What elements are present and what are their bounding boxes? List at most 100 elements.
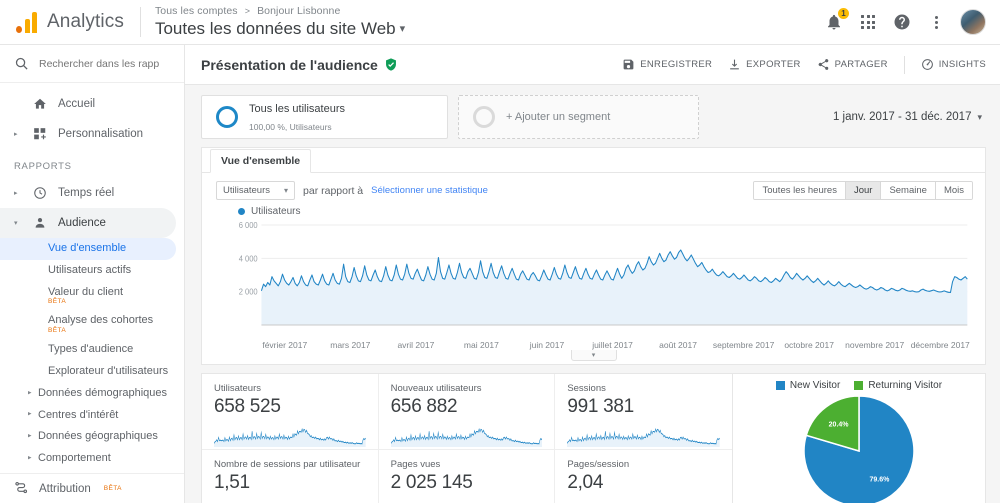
person-icon [32,216,48,230]
more-options-icon[interactable] [926,12,946,32]
help-icon[interactable] [892,12,912,32]
pie-legend-label: New Visitor [790,380,840,391]
sidebar-subitem-6[interactable]: ▸ Données démographiques [0,383,184,405]
metric-sparkline [214,423,366,447]
svg-text:79.6%: 79.6% [869,476,890,483]
property-name[interactable]: Toutes les données du site Web ▾ [155,19,405,39]
analytics-bars-icon [16,11,37,33]
add-segment-button[interactable]: + Ajouter un segment [458,95,699,139]
segment-bar: Tous les utilisateurs 100,00 %, Utilisat… [185,85,1000,145]
avatar[interactable] [960,9,986,35]
sidebar-subitem-label: Données démographiques [38,387,167,401]
top-bar-actions: 1 [824,9,990,35]
analytics-app: Analytics Tous les comptes > Bonjour Lis… [0,0,1000,503]
svg-text:6 000: 6 000 [239,221,259,230]
brand-label: Analytics [47,11,124,33]
notifications-bell-icon[interactable]: 1 [824,12,844,32]
sidebar-subitem-9[interactable]: ▸Comportement [0,448,184,470]
chevron-right-icon: ▸ [28,389,32,398]
sidebar-subitem-5[interactable]: Explorateur d'utilisateurs [0,361,184,383]
breadcrumb-account[interactable]: Tous les comptes [155,5,238,17]
insights-button-label: INSIGHTS [939,59,986,70]
tab-overview[interactable]: Vue d'ensemble [210,149,311,173]
sidebar-item-home[interactable]: Accueil [0,89,184,119]
chevron-down-icon: ▾ [977,112,982,123]
notification-badge: 1 [837,7,850,20]
overview-chart-card: Vue d'ensemble Utilisateurs ▾ par rappor… [201,147,986,365]
chevron-down-icon: ▾ [400,23,406,35]
sidebar-item-customization[interactable]: ▸ Personnalisation [0,119,184,149]
compare-text: par rapport à [303,185,363,197]
sidebar-subitem-1[interactable]: Utilisateurs actifs [0,260,184,282]
granularity-option-3[interactable]: Mois [936,182,972,199]
granularity-option-0[interactable]: Toutes les heures [754,182,845,199]
sidebar-subitem-8[interactable]: ▸Données géographiques [0,426,184,448]
svg-text:20.4%: 20.4% [829,422,850,429]
x-tick-6: août 2017 [645,340,711,350]
x-tick-4: juin 2017 [514,340,580,350]
sidebar-item-realtime-label: Temps réel [58,187,114,199]
export-button[interactable]: EXPORTER [728,58,801,71]
clock-icon [32,186,48,200]
sidebar-subitem-4[interactable]: Types d'audience [0,339,184,361]
header-divider [140,7,141,37]
sidebar-search[interactable] [0,45,184,83]
sidebar-subnav: Vue d'ensemble Utilisateurs actifsValeur … [0,238,184,470]
insights-button[interactable]: INSIGHTS [921,58,986,71]
select-metric-link[interactable]: Sélectionner une statistique [371,185,488,196]
sidebar-item-audience[interactable]: ▾ Audience [0,208,176,238]
metric-value: 1,51 [214,472,366,494]
save-button-label: ENREGISTRER [640,59,712,70]
property-selector[interactable]: Tous les comptes > Bonjour Lisbonne Tout… [155,5,405,39]
search-input[interactable] [39,58,159,70]
pie-legend-item-1[interactable]: Returning Visitor [854,380,942,391]
sidebar-subitem-3[interactable]: Analyse des cohortesBÊTA [0,310,184,339]
chevron-down-icon: ▾ [14,219,22,227]
new-vs-returning-panel: New Visitor Returning Visitor 79.6% 20.4% [733,373,986,503]
metrics-grid: Utilisateurs658 525Nouveaux utilisateurs… [201,373,733,503]
svg-text:2 000: 2 000 [239,287,259,296]
sidebar-subitem-7[interactable]: ▸Centres d'intérêt [0,405,184,427]
users-timeseries-chart[interactable]: 6 0004 0002 000 [216,219,973,339]
metric-value: 656 882 [391,396,543,418]
sidebar-subitem-2[interactable]: Valeur du clientBÊTA [0,282,184,311]
property-name-label: Toutes les données du site Web [155,19,396,38]
save-button[interactable]: ENREGISTRER [622,58,712,71]
pie-legend-label: Returning Visitor [868,380,942,391]
metric-card: Nouveaux utilisateurs656 882 [379,374,556,450]
chart-collapse-handle[interactable]: ▾ [571,350,617,361]
beta-badge: BÊTA [48,298,123,306]
attribution-icon [14,480,29,498]
granularity-option-1[interactable]: Jour [846,182,881,199]
legend-label: Utilisateurs [251,206,300,217]
add-segment-ring-icon [473,106,495,128]
sidebar-subitem-0[interactable]: Vue d'ensemble [0,238,176,260]
segment-title: Tous les utilisateurs [249,103,345,115]
apps-grid-icon[interactable] [858,12,878,32]
sidebar-nav: Accueil ▸ Personnalisation RAPPORTS ▸ Te… [0,83,184,470]
pie-chart[interactable]: 79.6% 20.4% [784,393,934,503]
sidebar-subitem-label: Analyse des cohortesBÊTA [48,314,153,335]
date-range-picker[interactable]: 1 janv. 2017 - 31 déc. 2017 ▾ [833,111,986,123]
segment-all-users[interactable]: Tous les utilisateurs 100,00 %, Utilisat… [201,95,448,139]
page-header: Présentation de l'audience ENREGISTRER E… [185,45,1000,85]
analytics-logo[interactable]: Analytics [10,11,124,33]
x-tick-7: septembre 2017 [711,340,777,350]
granularity-option-2[interactable]: Semaine [881,182,936,199]
pie-legend-item-0[interactable]: New Visitor [776,380,840,391]
metric-select[interactable]: Utilisateurs ▾ [216,181,295,200]
metric-card: Pages vues2 025 145 [379,450,556,503]
sidebar-item-customization-label: Personnalisation [58,128,143,140]
chevron-right-icon: ▸ [28,455,32,464]
chevron-right-icon: ▸ [14,189,22,197]
sidebar-item-realtime[interactable]: ▸ Temps réel [0,178,184,208]
export-button-label: EXPORTER [746,59,801,70]
action-divider [904,56,905,74]
sidebar-item-attribution[interactable]: Attribution BÊTA [0,473,184,503]
sidebar-subitem-label: Données géographiques [38,430,158,444]
share-button[interactable]: PARTAGER [817,58,888,71]
chart-legend: Utilisateurs [202,204,985,217]
sidebar-subitem-label: Vue d'ensemble [48,242,126,256]
breadcrumb-property[interactable]: Bonjour Lisbonne [257,5,340,17]
segment-ring-icon [216,106,238,128]
